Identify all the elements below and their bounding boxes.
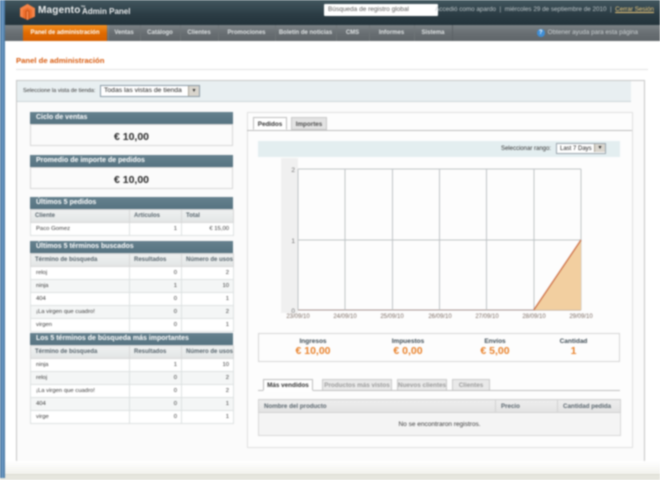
svg-text:27/09/10: 27/09/10 — [475, 314, 499, 320]
svg-text:29/09/10: 29/09/10 — [569, 314, 593, 320]
svg-text:26/09/10: 26/09/10 — [428, 314, 452, 320]
svg-text:25/09/10: 25/09/10 — [380, 314, 404, 320]
svg-text:23/09/10: 23/09/10 — [286, 314, 310, 320]
svg-text:1: 1 — [291, 238, 295, 245]
svg-text:28/09/10: 28/09/10 — [522, 314, 546, 320]
svg-text:2: 2 — [291, 167, 295, 174]
svg-text:24/09/10: 24/09/10 — [333, 314, 357, 320]
